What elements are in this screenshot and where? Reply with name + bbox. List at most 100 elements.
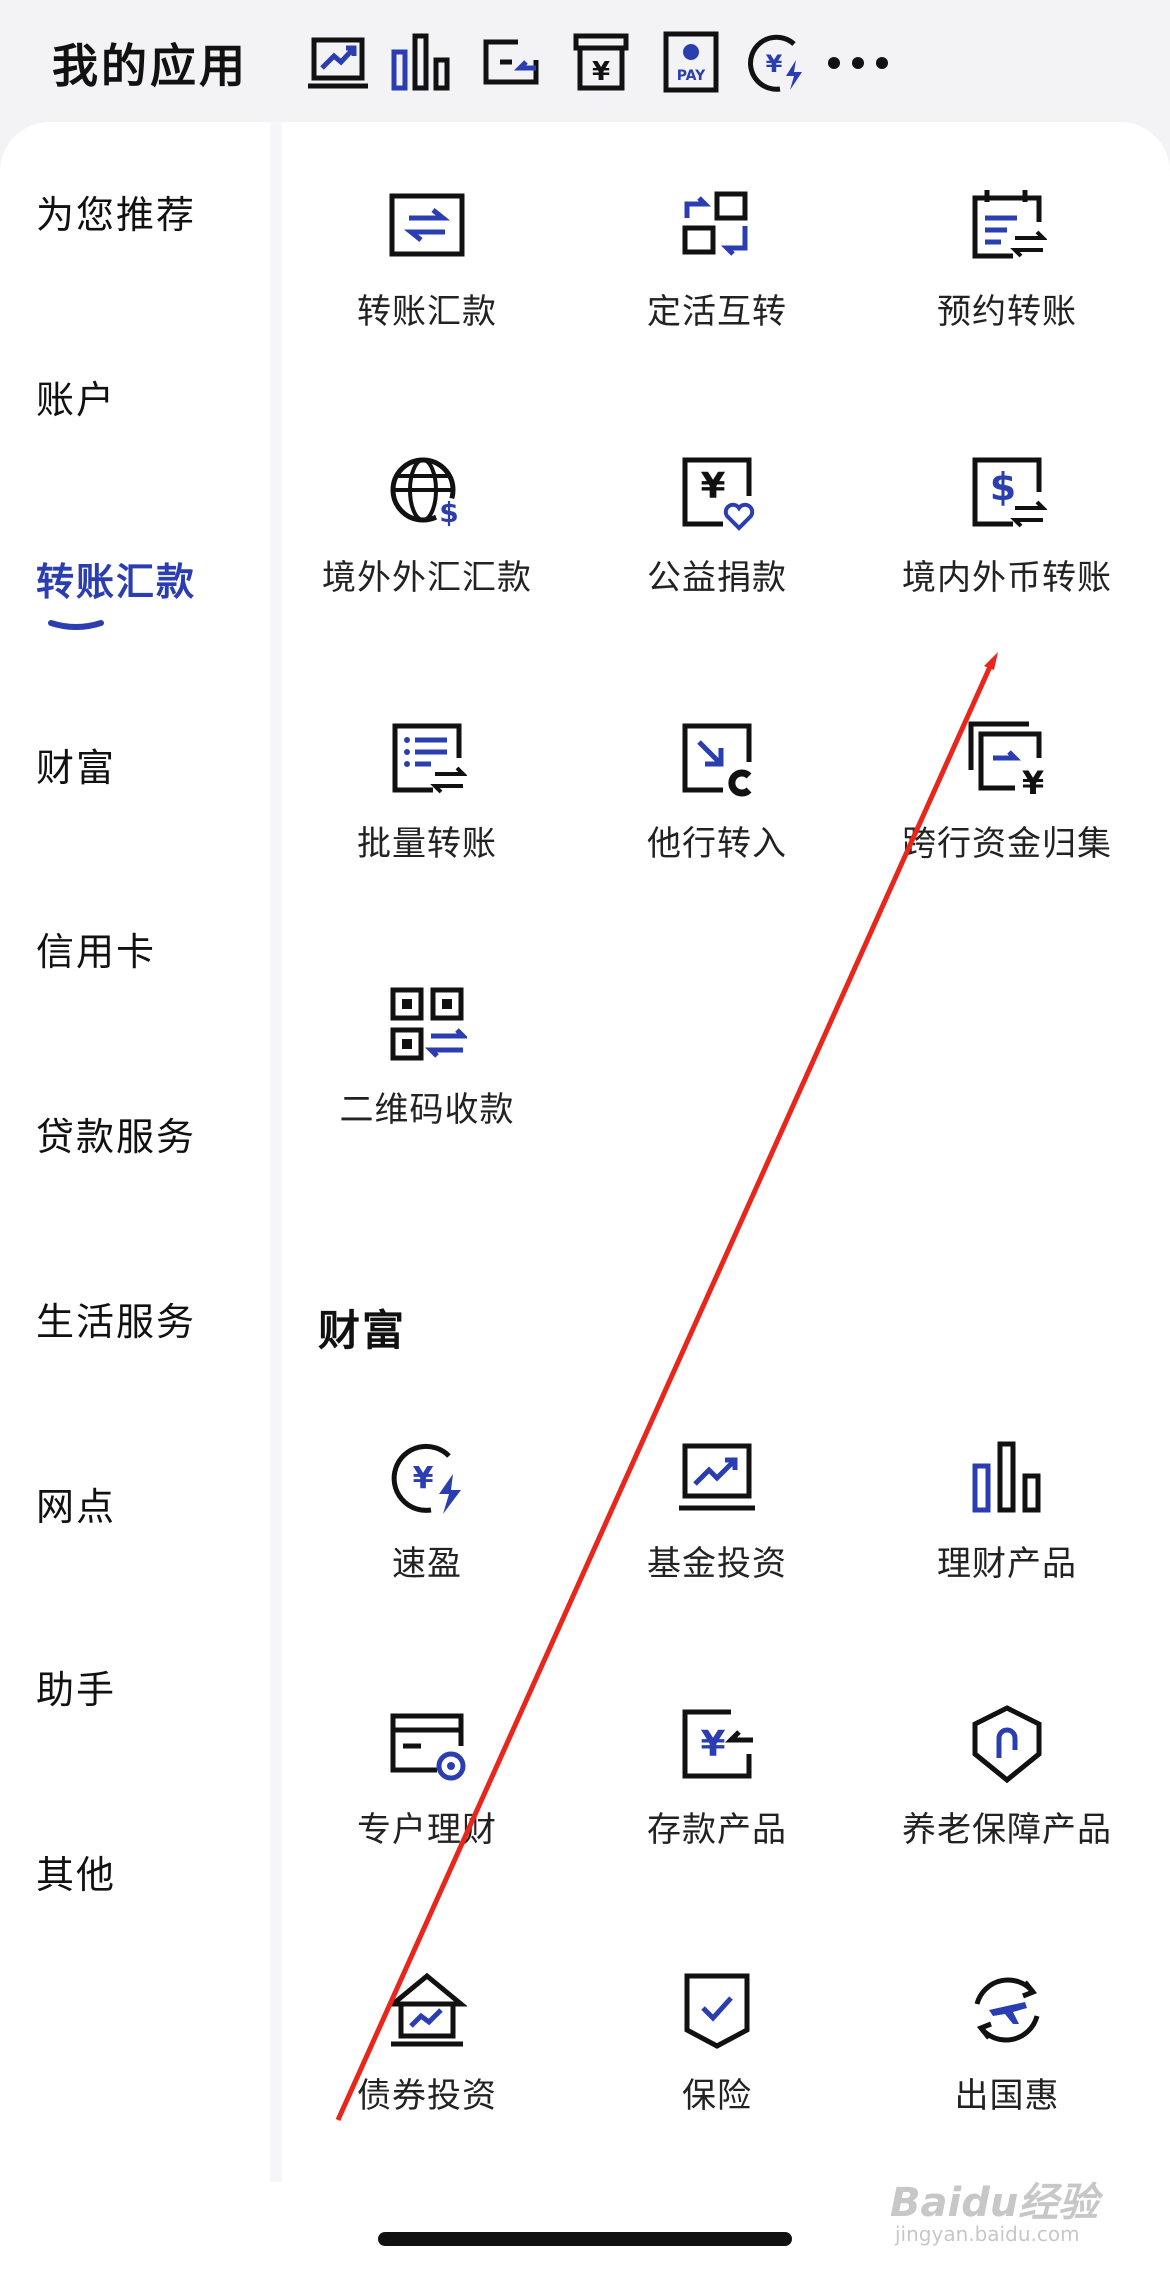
svg-text:¥: ¥ xyxy=(700,1724,725,1765)
app-tile-fixed-demand[interactable]: 定活互转 xyxy=(572,186,862,386)
app-tile-fund-collection[interactable]: ¥ 跨行资金归集 xyxy=(862,718,1152,918)
active-indicator xyxy=(48,620,104,630)
app-tile-bond-investment[interactable]: 债券投资 xyxy=(282,1970,572,2170)
more-icon[interactable] xyxy=(828,48,898,78)
sidebar-item-life-service[interactable]: 生活服务 xyxy=(36,1292,266,1352)
tile-label: 理财产品 xyxy=(937,1544,1077,1584)
app-tile-overseas-remittance[interactable]: $ 境外外汇汇款 xyxy=(282,452,572,652)
tile-label: 二维码收款 xyxy=(339,1090,515,1130)
tile-label: 批量转账 xyxy=(357,824,497,864)
page-title: 我的应用 xyxy=(52,39,248,93)
sidebar-item-other[interactable]: 其他 xyxy=(36,1845,266,1905)
pay-icon: PAY xyxy=(663,31,719,93)
app-tile-travel-abroad[interactable]: 出国惠 xyxy=(862,1970,1152,2170)
watermark-logo: Baidu经验 xyxy=(890,2180,1099,2226)
fund-collect-icon: ¥ xyxy=(968,721,1044,802)
app-tile-batch-transfer[interactable]: 批量转账 xyxy=(282,718,572,918)
tile-label: 定活互转 xyxy=(647,292,787,332)
tile-label: 公益捐款 xyxy=(647,558,787,598)
sidebar-item-credit-card[interactable]: 信用卡 xyxy=(36,922,266,982)
app-tile-insurance[interactable]: 保险 xyxy=(572,1970,862,2170)
app-tile-qr-receive[interactable]: 二维码收款 xyxy=(282,984,572,1184)
sidebar-item-branch[interactable]: 网点 xyxy=(36,1477,266,1537)
qr-code-icon xyxy=(390,987,470,1061)
home-indicator[interactable] xyxy=(378,2232,792,2246)
tile-label: 转账汇款 xyxy=(357,292,497,332)
app-tile-domestic-fx-transfer[interactable]: $ 境内外币转账 xyxy=(862,452,1152,652)
deposit-icon: ¥ xyxy=(682,1709,753,1779)
tile-label: 预约转账 xyxy=(937,292,1077,332)
svg-text:¥: ¥ xyxy=(700,466,725,507)
yuan-bolt-icon: ¥ xyxy=(748,34,802,92)
tile-label: 出国惠 xyxy=(954,2076,1060,2116)
tile-label: 专户理财 xyxy=(357,1810,497,1850)
swap-grid-icon xyxy=(682,191,748,256)
tile-label: 他行转入 xyxy=(647,824,787,864)
fund-chart-icon xyxy=(308,37,368,89)
bar-chart-icon xyxy=(972,1441,1041,1513)
tile-label: 境内外币转账 xyxy=(902,558,1112,598)
shortcut-deposit-icon[interactable] xyxy=(478,30,544,96)
app-tile-fund-investment[interactable]: 基金投资 xyxy=(572,1438,862,1638)
sidebar-item-transfer[interactable]: 转账汇款 xyxy=(36,552,266,612)
tile-label: 速盈 xyxy=(392,1544,462,1584)
app-tile-charity-donation[interactable]: ¥ 公益捐款 xyxy=(572,452,862,652)
svg-text:¥: ¥ xyxy=(766,50,783,78)
svg-text:$: $ xyxy=(990,465,1016,509)
card-coin-icon xyxy=(390,1713,466,1781)
bond-house-icon xyxy=(386,1972,468,2047)
calendar-transfer-icon xyxy=(972,190,1048,259)
globe-dollar-icon: $ xyxy=(390,457,463,529)
svg-text:¥: ¥ xyxy=(1022,764,1044,798)
tile-label: 养老保障产品 xyxy=(902,1810,1112,1850)
app-tile-scheduled-transfer[interactable]: 预约转账 xyxy=(862,186,1152,386)
plane-cycle-icon xyxy=(974,1977,1040,2043)
sidebar-item-account[interactable]: 账户 xyxy=(36,370,266,430)
app-tile-suying[interactable]: ¥ 速盈 xyxy=(282,1438,572,1638)
shortcut-pay-icon[interactable]: PAY xyxy=(658,30,724,96)
svg-text:$: $ xyxy=(439,496,458,529)
section-title-wealth: 财富 xyxy=(318,1306,407,1355)
shield-check-icon xyxy=(684,1973,750,2049)
sidebar-item-assistant[interactable]: 助手 xyxy=(36,1660,266,1720)
svg-text:PAY: PAY xyxy=(677,68,706,84)
app-tile-deposit-products[interactable]: ¥ 存款产品 xyxy=(572,1704,862,1904)
shortcut-yuan-box-icon[interactable]: ¥ xyxy=(568,30,634,96)
app-grid: 转账汇款 定活互转 预约转账 $ 境外外汇汇款 ¥ 公益捐款 $ 境内外币转账 … xyxy=(282,122,1170,2182)
shield-umbrella-icon xyxy=(972,1705,1042,1784)
shortcut-fund-chart-icon[interactable] xyxy=(306,30,372,96)
svg-text:¥: ¥ xyxy=(413,1461,434,1496)
yuan-heart-icon: ¥ xyxy=(682,457,755,531)
sidebar-item-loan[interactable]: 贷款服务 xyxy=(36,1107,266,1167)
tile-label: 基金投资 xyxy=(647,1544,787,1584)
panel-divider xyxy=(270,122,282,2182)
shortcut-yuan-bolt-icon[interactable]: ¥ xyxy=(744,30,810,96)
category-sidebar: 为您推荐 账户 转账汇款 财富 信用卡 贷款服务 生活服务 网点 助手 其他 xyxy=(0,122,270,2182)
tile-label: 保险 xyxy=(682,2076,752,2116)
sidebar-item-recommend[interactable]: 为您推荐 xyxy=(36,185,266,245)
app-tile-dedicated-wealth[interactable]: 专户理财 xyxy=(282,1704,572,1904)
app-tile-wealth-products[interactable]: 理财产品 xyxy=(862,1438,1152,1638)
sidebar-item-wealth[interactable]: 财富 xyxy=(36,738,266,798)
yuan-box-icon: ¥ xyxy=(573,33,629,91)
app-panel: 为您推荐 账户 转账汇款 财富 信用卡 贷款服务 生活服务 网点 助手 其他 转… xyxy=(0,122,1170,2276)
tile-label: 存款产品 xyxy=(647,1810,787,1850)
more-dot xyxy=(852,57,864,69)
app-tile-transfer[interactable]: 转账汇款 xyxy=(282,186,572,386)
app-tile-inbound-transfer[interactable]: 他行转入 xyxy=(572,718,862,918)
watermark-url: jingyan.baidu.com xyxy=(895,2222,1080,2246)
inbound-transfer-icon xyxy=(682,723,752,797)
tile-label: 境外外汇汇款 xyxy=(322,558,532,598)
more-dot xyxy=(828,57,840,69)
tile-label: 债券投资 xyxy=(357,2076,497,2116)
more-dot xyxy=(876,57,888,69)
app-tile-pension-products[interactable]: 养老保障产品 xyxy=(862,1704,1152,1904)
bar-chart-icon xyxy=(391,33,450,91)
dollar-transfer-icon: $ xyxy=(972,457,1048,528)
transfer-icon xyxy=(389,193,465,257)
deposit-icon xyxy=(483,39,539,85)
shortcut-bar-chart-icon[interactable] xyxy=(388,30,454,96)
fund-chart-icon xyxy=(679,1443,755,1511)
tile-label: 跨行资金归集 xyxy=(902,824,1112,864)
svg-text:¥: ¥ xyxy=(592,57,610,87)
